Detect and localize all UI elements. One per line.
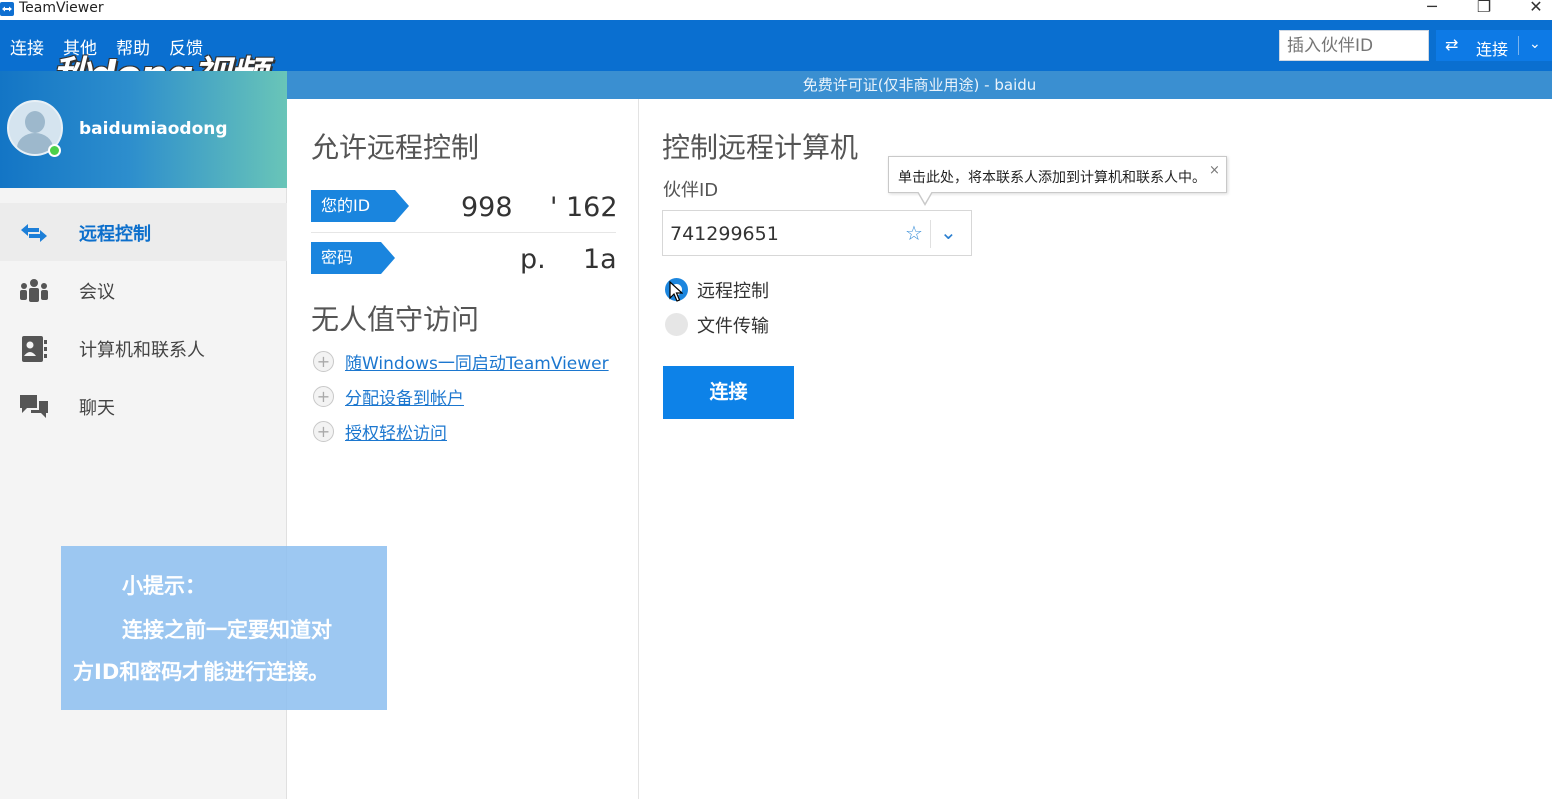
connect-button[interactable]: 连接: [663, 366, 794, 419]
radio-unselected-icon[interactable]: [665, 313, 688, 336]
sidebar-item-label: 会议: [79, 282, 115, 303]
sidebar-item-computers-contacts[interactable]: 计算机和联系人: [0, 319, 287, 377]
star-icon[interactable]: ☆: [905, 221, 923, 245]
avatar-head-icon: [25, 111, 45, 133]
minimize-button[interactable]: ─: [1410, 0, 1454, 20]
radio-label: 文件传输: [697, 316, 769, 337]
tooltip-text: 单击此处，将本联系人添加到计算机和联系人中。: [898, 170, 1206, 186]
plus-circle-icon: +: [313, 421, 334, 442]
menu-item-connect[interactable]: 连接: [10, 34, 44, 59]
window-title: TeamViewer: [19, 0, 104, 16]
link-text[interactable]: 随Windows一同启动TeamViewer: [345, 349, 609, 374]
sidebar-item-label: 聊天: [79, 398, 115, 419]
username: baidumiaodong: [79, 119, 228, 139]
control-remote-title: 控制远程计算机: [662, 131, 859, 164]
mouse-cursor-icon: [669, 281, 683, 302]
partner-id-input[interactable]: 741299651: [670, 223, 779, 245]
your-id-part1[interactable]: 998: [461, 192, 513, 223]
tip-line-1: 小提示：: [122, 574, 206, 598]
contacts-book-icon: [22, 336, 47, 362]
your-id-tag: 您的ID: [311, 190, 409, 222]
window-title-bar: TeamViewer ─ ❐ ✕: [0, 0, 1552, 20]
sidebar-item-meeting[interactable]: 会议: [0, 261, 287, 319]
add-contact-tooltip: 单击此处，将本联系人添加到计算机和联系人中。 ×: [888, 156, 1227, 206]
your-id-part2[interactable]: ' 162: [550, 192, 618, 223]
chevron-down-icon[interactable]: ⌄: [1529, 36, 1541, 52]
maximize-button[interactable]: ❐: [1462, 0, 1506, 20]
license-banner: 免费许可证(仅非商业用途) - baidu: [287, 71, 1552, 99]
teamviewer-logo-icon: [0, 2, 14, 16]
main-header: 连接其他帮助反馈 秒dong视频 ⇄ 连接 ⌄: [0, 20, 1552, 97]
radio-label: 远程控制: [697, 281, 769, 302]
sidebar-item-label: 远程控制: [79, 224, 151, 245]
header-connect-button[interactable]: ⇄ 连接 ⌄: [1436, 30, 1552, 61]
button-separator: [1518, 36, 1519, 55]
tip-line-2: 连接之前一定要知道对: [122, 618, 332, 642]
password-part1[interactable]: p.: [520, 244, 546, 275]
chat-bubbles-icon: [20, 395, 48, 418]
arrows-icon: [21, 224, 47, 242]
sidebar-item-label: 计算机和联系人: [79, 340, 205, 361]
profile-panel[interactable]: baidumiaodong: [0, 71, 287, 188]
tip-line-3: 方ID和密码才能进行连接。: [73, 660, 330, 684]
sidebar-item-chat[interactable]: 聊天: [0, 377, 287, 435]
chevron-down-icon[interactable]: ⌄: [940, 220, 957, 244]
password-part2[interactable]: 1a: [583, 244, 617, 275]
online-status-badge: [48, 144, 61, 157]
tooltip-pointer-fill: [918, 191, 932, 203]
partner-id-label: 伙伴ID: [663, 180, 719, 201]
close-icon[interactable]: ×: [1209, 163, 1220, 178]
sidebar-item-remote-control[interactable]: 远程控制: [0, 203, 287, 261]
close-window-button[interactable]: ✕: [1514, 0, 1552, 20]
unattended-access-title: 无人值守访问: [311, 303, 480, 336]
tip-overlay: 小提示： 连接之前一定要知道对 方ID和密码才能进行连接。: [61, 546, 387, 710]
meeting-people-icon: [20, 279, 48, 302]
plus-circle-icon: +: [313, 351, 334, 372]
link-text[interactable]: 授权轻松访问: [345, 419, 447, 444]
header-partner-id-input[interactable]: [1279, 30, 1429, 61]
password-tag: 密码: [311, 242, 395, 274]
divider: [311, 232, 616, 233]
control-remote-computer-panel: 控制远程计算机 伙伴ID 741299651 ☆ ⌄ 远程控制 文件传输 连接: [640, 99, 1552, 799]
divider: [930, 220, 931, 248]
plus-circle-icon: +: [313, 386, 334, 407]
allow-remote-control-title: 允许远程控制: [311, 131, 480, 164]
link-text[interactable]: 分配设备到帐户: [345, 384, 464, 409]
partner-id-combobox[interactable]: 741299651 ☆ ⌄: [662, 210, 972, 256]
header-connect-label: 连接: [1476, 40, 1509, 59]
connect-arrows-icon: ⇄: [1445, 35, 1459, 54]
